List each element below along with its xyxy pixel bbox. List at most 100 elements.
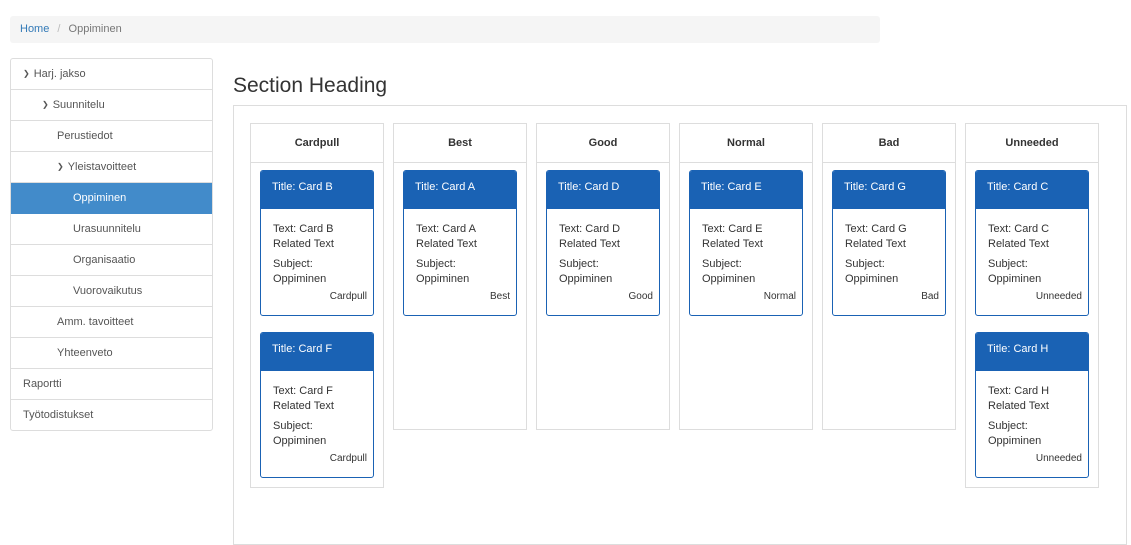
card-subject-label: Subject:: [988, 420, 1028, 432]
sidebar-item-harj-jakso[interactable]: ❯ Harj. jakso: [11, 59, 212, 90]
card-subject-value: Oppiminen: [988, 273, 1042, 285]
card-text: Text: Card C: [988, 223, 1050, 235]
card-title[interactable]: Title: Card A: [404, 171, 516, 209]
sidebar-item-yhteenveto[interactable]: Yhteenveto: [11, 338, 212, 369]
card-title[interactable]: Title: Card B: [261, 171, 373, 209]
column-title: Bad: [823, 124, 955, 163]
card-footer: Normal: [763, 291, 796, 302]
column-body[interactable]: Title: Card D Text: Card D Related Text S…: [537, 163, 669, 325]
breadcrumb-separator: /: [57, 23, 61, 35]
sidebar-item-label: Amm. tavoitteet: [57, 316, 134, 328]
card-title[interactable]: Title: Card G: [833, 171, 945, 209]
card-title[interactable]: Title: Card F: [261, 333, 373, 371]
card-body: Text: Card G Related Text Subject: Oppimin…: [833, 209, 945, 287]
card-subject-label: Subject:: [559, 258, 599, 270]
card[interactable]: Title: Card C Text: Card C Related Text S…: [975, 170, 1089, 316]
card-footer: Unneeded: [1035, 291, 1082, 302]
card[interactable]: Title: Card H Text: Card H Related Text S…: [975, 332, 1089, 478]
breadcrumb-home-link[interactable]: Home: [20, 23, 49, 35]
card[interactable]: Title: Card B Text: Card B Related Text S…: [260, 170, 374, 316]
card-subject-label: Subject:: [273, 420, 313, 432]
card[interactable]: Title: Card D Text: Card D Related Text S…: [546, 170, 660, 316]
column-bad: Bad Title: Card G Text: Card G Related Te…: [822, 123, 956, 430]
card-related-text: Related Text: [988, 400, 1049, 412]
sidebar-item-urasuunnitelu[interactable]: Urasuunnitelu: [11, 214, 212, 245]
sidebar-item-yleistavoitteet[interactable]: ❯ Yleistavoitteet: [11, 152, 212, 183]
card-subject-value: Oppiminen: [702, 273, 756, 285]
column-title: Unneeded: [966, 124, 1098, 163]
column-title: Good: [537, 124, 669, 163]
column-title: Cardpull: [251, 124, 383, 163]
sidebar-item-organisaatio[interactable]: Organisaatio: [11, 245, 212, 276]
chevron-down-icon: ❯: [23, 69, 30, 78]
card-subject-label: Subject:: [988, 258, 1028, 270]
chevron-down-icon: ❯: [57, 162, 64, 171]
section-heading: Section Heading: [233, 74, 388, 97]
column-body[interactable]: Title: Card E Text: Card E Related Text S…: [680, 163, 812, 325]
sidebar-item-suunnitelu[interactable]: ❯ Suunnitelu: [11, 90, 212, 121]
card-text: Text: Card B: [273, 223, 334, 235]
sidebar-item-label: Organisaatio: [73, 254, 136, 266]
kanban-board: Cardpull Title: Card B Text: Card B Relat…: [233, 105, 1127, 545]
card-subject-label: Subject:: [416, 258, 456, 270]
sidebar-item-label: Perustiedot: [57, 130, 113, 142]
card-subject-label: Subject:: [273, 258, 313, 270]
card-related-text: Related Text: [273, 400, 334, 412]
column-normal: Normal Title: Card E Text: Card E Related…: [679, 123, 813, 430]
card-text: Text: Card H: [988, 385, 1050, 397]
column-title: Best: [394, 124, 526, 163]
sidebar-item-label: Harj. jakso: [33, 68, 86, 80]
card-footer: Bad: [921, 291, 939, 302]
chevron-down-icon: ❯: [42, 100, 49, 109]
card-footer: Unneeded: [1035, 453, 1082, 464]
sidebar-item-label: Urasuunnitelu: [73, 223, 141, 235]
sidebar-item-label: Vuorovaikutus: [73, 285, 143, 297]
card-related-text: Related Text: [273, 238, 334, 250]
card-body: Text: Card D Related Text Subject: Oppimin…: [547, 209, 659, 287]
card-related-text: Related Text: [845, 238, 906, 250]
card-subject-value: Oppiminen: [988, 435, 1042, 447]
card-title[interactable]: Title: Card D: [547, 171, 659, 209]
sidebar-item-raportti[interactable]: Raportti: [11, 369, 212, 400]
card-footer: Cardpull: [329, 291, 367, 302]
column-body[interactable]: Title: Card A Text: Card A Related Text S…: [394, 163, 526, 325]
card-related-text: Related Text: [702, 238, 763, 250]
card-related-text: Related Text: [988, 238, 1049, 250]
sidebar-item-label: Yhteenveto: [57, 347, 113, 359]
card-title[interactable]: Title: Card C: [976, 171, 1088, 209]
sidebar-nav: ❯ Harj. jakso ❯ Suunnitelu Perustiedot ❯ Yl…: [10, 58, 213, 431]
sidebar-item-amm-tavoitteet[interactable]: Amm. tavoitteet: [11, 307, 212, 338]
card-subject-value: Oppiminen: [273, 273, 327, 285]
card-footer: Best: [489, 291, 510, 302]
sidebar-item-tyotodistukset[interactable]: Työtodistukset: [11, 400, 212, 430]
card-body: Text: Card A Related Text Subject: Oppimin…: [404, 209, 516, 287]
column-body[interactable]: Title: Card C Text: Card C Related Text S…: [966, 163, 1098, 487]
breadcrumb: Home / Oppiminen: [10, 16, 880, 43]
card[interactable]: Title: Card F Text: Card F Related Text S…: [260, 332, 374, 478]
column-body[interactable]: Title: Card B Text: Card B Related Text S…: [251, 163, 383, 487]
column-body[interactable]: Title: Card G Text: Card G Related Text S…: [823, 163, 955, 325]
card-title[interactable]: Title: Card H: [976, 333, 1088, 371]
sidebar-item-label: Suunnitelu: [52, 99, 105, 111]
card-subject-label: Subject:: [702, 258, 742, 270]
card[interactable]: Title: Card A Text: Card A Related Text S…: [403, 170, 517, 316]
sidebar-item-label: Yleistavoitteet: [67, 161, 137, 173]
card-footer: Good: [628, 291, 653, 302]
sidebar-item-label: Raportti: [23, 378, 62, 390]
card[interactable]: Title: Card E Text: Card E Related Text S…: [689, 170, 803, 316]
sidebar-item-oppiminen[interactable]: Oppiminen: [11, 183, 212, 214]
card[interactable]: Title: Card G Text: Card G Related Text S…: [832, 170, 946, 316]
card-text: Text: Card E: [702, 223, 763, 235]
card-title[interactable]: Title: Card E: [690, 171, 802, 209]
card-subject-value: Oppiminen: [559, 273, 613, 285]
card-related-text: Related Text: [416, 238, 477, 250]
sidebar-item-vuorovaikutus[interactable]: Vuorovaikutus: [11, 276, 212, 307]
card-body: Text: Card E Related Text Subject: Oppimin…: [690, 209, 802, 287]
card-body: Text: Card C Related Text Subject: Oppimin…: [976, 209, 1088, 287]
card-text: Text: Card G: [845, 223, 907, 235]
sidebar-item-perustiedot[interactable]: Perustiedot: [11, 121, 212, 152]
card-body: Text: Card F Related Text Subject: Oppimin…: [261, 371, 373, 449]
card-footer: Cardpull: [329, 453, 367, 464]
card-subject-label: Subject:: [845, 258, 885, 270]
card-subject-value: Oppiminen: [845, 273, 899, 285]
